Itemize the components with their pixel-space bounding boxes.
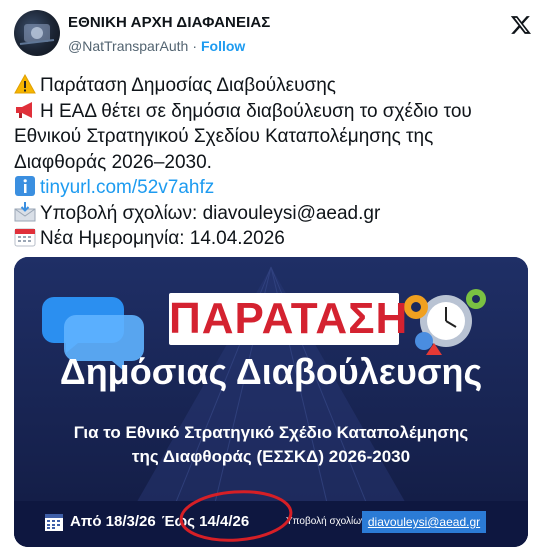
tweet-line-3: Εθνικού Στρατηγικού Σχεδίου Καταπολέμηση… bbox=[14, 126, 434, 147]
x-logo-icon[interactable] bbox=[510, 14, 532, 36]
banner-subtitle: Δημόσιας Διαβούλευσης bbox=[59, 351, 483, 392]
warning-icon bbox=[14, 73, 36, 94]
tweet-text: Παράταση Δημοσίας Διαβούλευσης Η ΕΑΔ θέτ… bbox=[14, 73, 534, 252]
banner-date-from: Από 18/3/26 bbox=[70, 513, 156, 530]
banner-description-line-1: Για το Εθνικό Στρατηγικό Σχέδιο Καταπολέ… bbox=[73, 423, 469, 442]
banner-email: diavouleysi@aead.gr bbox=[362, 511, 486, 533]
tweet-line-7: Νέα Ημερομηνία: 14.04.2026 bbox=[40, 228, 285, 249]
calendar-icon bbox=[14, 227, 36, 247]
banner-title: ΠΑΡΑΤΑΣΗ bbox=[169, 293, 409, 345]
envelope-inbox-icon bbox=[14, 201, 36, 222]
tweet-line-4: Διαφθοράς 2026–2030. bbox=[14, 151, 212, 173]
account-name[interactable]: ΕΘΝΙΚΗ ΑΡΧΗ ΔΙΑΦΑΝΕΙΑΣ bbox=[68, 14, 270, 31]
calendar-icon bbox=[45, 514, 63, 531]
follow-button[interactable]: Follow bbox=[201, 38, 245, 54]
banner-comments-label: Υποβολή σχολίων: bbox=[286, 516, 369, 527]
avatar[interactable] bbox=[14, 10, 60, 56]
account-handle[interactable]: @NatTransparAuth bbox=[68, 38, 188, 54]
tweet-line-1: Παράταση Δημοσίας Διαβούλευσης bbox=[40, 75, 336, 96]
info-icon bbox=[14, 176, 36, 196]
banner-description-line-2: της Διαφθοράς (ΕΣΣΚΔ) 2026-2030 bbox=[131, 447, 411, 466]
tweet-line-2: Η ΕΑΔ θέτει σε δημόσια διαβούλευση το σχ… bbox=[40, 100, 472, 122]
megaphone-icon bbox=[14, 100, 36, 120]
tweet-header: ΕΘΝΙΚΗ ΑΡΧΗ ΔΙΑΦΑΝΕΙΑΣ @NatTransparAuth ·… bbox=[14, 10, 534, 62]
account-handle-row: @NatTransparAuth · Follow bbox=[68, 38, 245, 54]
red-highlight-circle bbox=[179, 490, 293, 542]
tweet-line-6: Υποβολή σχολίων: diavouleysi@aead.gr bbox=[40, 202, 381, 224]
banner-image[interactable]: ΠΑΡΑΤΑΣΗ Δημόσιας Διαβούλευσης Για το Εθ… bbox=[14, 257, 528, 547]
separator: · bbox=[192, 38, 197, 54]
tweet-link[interactable]: tinyurl.com/52v7ahfz bbox=[40, 177, 214, 198]
